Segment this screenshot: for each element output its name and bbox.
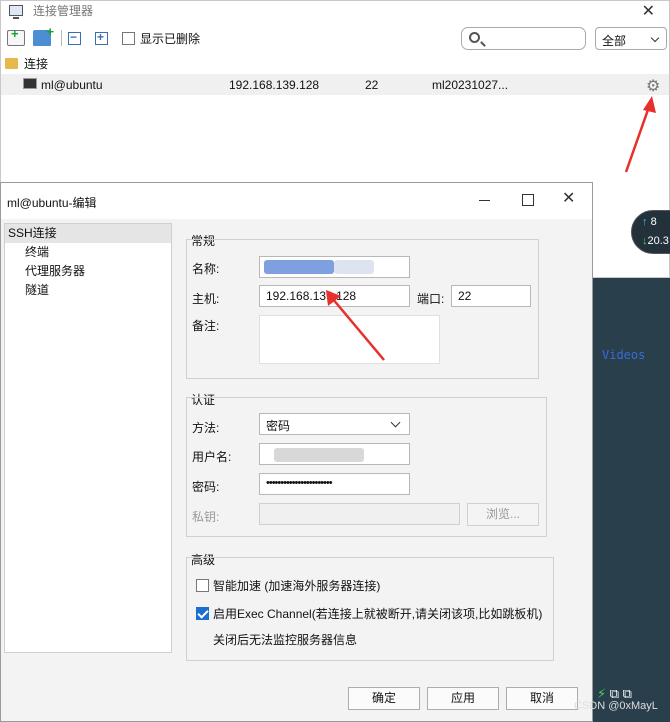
host-label: 主机:	[192, 292, 220, 306]
show-deleted-box[interactable]	[122, 31, 135, 45]
toolbar-divider	[61, 30, 62, 46]
password-label: 密码:	[192, 480, 220, 494]
close-icon[interactable]: ✕	[562, 191, 578, 207]
new-connection-icon[interactable]	[7, 26, 25, 46]
nav-item-proxy[interactable]: 代理服务器	[5, 262, 171, 281]
password-field[interactable]: •••••••••••••••••••••••	[259, 473, 410, 495]
nav-item-ssh[interactable]: SSH连接	[5, 224, 171, 243]
cancel-button[interactable]: 取消	[506, 687, 578, 710]
maximize-icon[interactable]	[520, 192, 536, 208]
upload-speed: ↑ 8	[642, 216, 657, 228]
exec-channel-box[interactable]	[196, 607, 209, 620]
private-key-label: 私钥:	[192, 510, 220, 524]
terminal-icon	[23, 78, 37, 89]
port-field[interactable]: 22	[451, 285, 531, 307]
auth-method-select[interactable]: 密码	[259, 413, 410, 435]
redacted-name	[264, 260, 334, 274]
close-icon[interactable]: ✕	[642, 1, 655, 21]
chevron-down-icon	[650, 33, 660, 43]
connection-filter-select[interactable]: 全部	[595, 27, 667, 50]
connection-port: 22	[365, 78, 379, 92]
note-field[interactable]	[259, 315, 440, 364]
show-deleted-label: 显示已删除	[140, 31, 201, 46]
redacted-name-fade	[334, 260, 374, 274]
tray-icons: ⧉ ⧉	[609, 686, 632, 701]
connection-group[interactable]: 连接	[1, 53, 669, 73]
folder-icon	[5, 57, 18, 69]
chevron-down-icon	[390, 417, 401, 428]
browse-button: 浏览...	[467, 503, 539, 526]
username-label: 用户名:	[192, 450, 232, 464]
filter-value: 全部	[602, 34, 627, 48]
connection-note: ml20231027...	[432, 78, 509, 92]
minimize-icon[interactable]	[477, 192, 493, 208]
note-label: 备注:	[192, 319, 220, 333]
smart-accel-box[interactable]	[196, 579, 209, 592]
exec-channel-label: 启用Exec Channel(若连接上就被断开,请关闭该项,比如跳板机)	[213, 607, 543, 621]
username-field[interactable]	[259, 443, 410, 465]
connection-manager-titlebar: 连接管理器	[1, 1, 669, 19]
connection-search-input[interactable]	[461, 27, 586, 50]
auth-method-value: 密码	[266, 419, 291, 433]
network-speed-widget: ↑ 8 ↓20.3	[631, 210, 670, 254]
connection-manager-title: 连接管理器	[33, 3, 94, 18]
private-key-field	[259, 503, 460, 525]
smart-accel-label: 智能加速 (加速海外服务器连接)	[213, 579, 381, 593]
group-name: 连接	[24, 56, 49, 71]
dialog-title: ml@ubuntu-编辑	[7, 196, 97, 210]
exec-channel-checkbox[interactable]: 启用Exec Channel(若连接上就被断开,请关闭该项,比如跳板机)	[196, 605, 542, 622]
apply-button[interactable]: 应用	[427, 687, 499, 710]
smart-accel-checkbox[interactable]: 智能加速 (加速海外服务器连接)	[196, 577, 380, 594]
exec-channel-note: 关闭后无法监控服务器信息	[213, 633, 358, 647]
show-deleted-checkbox[interactable]: 显示已删除	[122, 30, 200, 47]
new-folder-icon[interactable]	[33, 24, 54, 46]
ok-button[interactable]: 确定	[348, 687, 420, 710]
monitor-icon	[9, 4, 23, 19]
download-speed: ↓20.3	[642, 235, 669, 247]
nav-item-terminal[interactable]: 终端	[5, 243, 171, 262]
redacted-username	[274, 448, 364, 462]
name-label: 名称:	[192, 262, 220, 276]
expand-all-icon[interactable]	[95, 30, 108, 45]
edit-connection-dialog: ml@ubuntu-编辑 ✕ SSH连接 终端 代理服务器 隧道 常规 名称: …	[0, 182, 593, 722]
desktop-videos-label: Videos	[602, 348, 646, 362]
port-label: 端口:	[417, 292, 445, 306]
battery-charging-icon: ⚡	[597, 686, 607, 701]
watermark: CSDN @0xMayL	[574, 700, 658, 712]
dialog-titlebar: ml@ubuntu-编辑 ✕	[1, 183, 592, 219]
host-field[interactable]: 192.168.139.128	[259, 285, 410, 307]
method-label: 方法:	[192, 421, 220, 435]
search-icon	[469, 32, 480, 43]
connection-row[interactable]: ml@ubuntu 192.168.139.128 22 ml20231027.…	[1, 74, 669, 95]
nav-item-tunnel[interactable]: 隧道	[5, 281, 171, 300]
collapse-all-icon[interactable]	[68, 30, 81, 45]
connection-name: ml@ubuntu	[41, 78, 103, 92]
connection-host: 192.168.139.128	[229, 78, 320, 92]
name-field[interactable]	[259, 256, 410, 278]
gear-icon[interactable]: ⚙	[646, 78, 663, 95]
settings-nav-tree: SSH连接 终端 代理服务器 隧道	[4, 223, 172, 653]
